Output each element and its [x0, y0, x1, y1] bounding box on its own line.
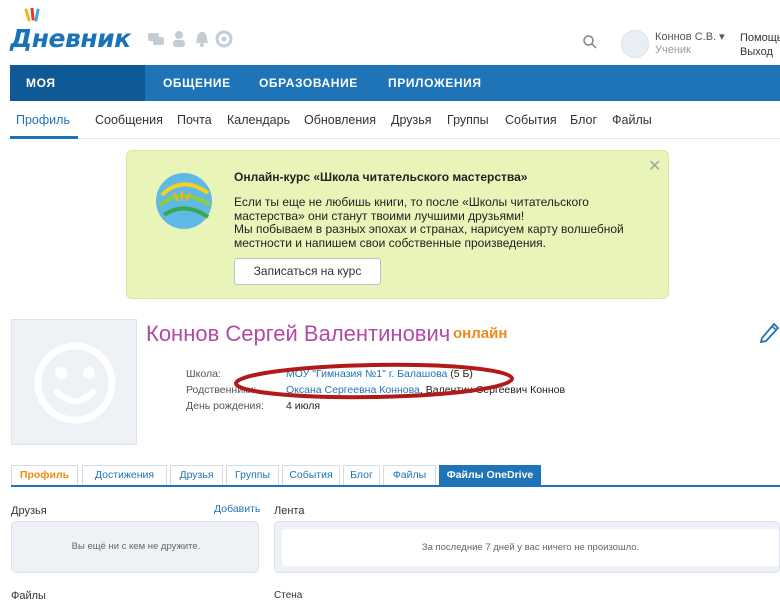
main-nav: МОЯ СТРАНИЦА ОБЩЕНИЕ ОБРАЗОВАНИЕ ПРИЛОЖЕ…: [10, 65, 780, 126]
help-link[interactable]: Помощь: [740, 32, 780, 44]
wall-section-title: Стена: [274, 590, 303, 601]
subnav-events[interactable]: События: [505, 113, 557, 127]
subnav-blog[interactable]: Блог: [570, 113, 597, 127]
banner-title: Онлайн-курс «Школа читательского мастерс…: [234, 170, 528, 184]
shield-icon[interactable]: [215, 30, 233, 48]
profile-tabs: Профиль Достижения Друзья Группы События…: [11, 465, 780, 487]
enroll-button[interactable]: Записаться на курс: [234, 258, 381, 285]
tab-groups[interactable]: Группы: [226, 465, 279, 485]
main-nav-my-page[interactable]: МОЯ СТРАНИЦА: [10, 65, 145, 126]
course-logo-icon: [156, 173, 212, 229]
subnav-friends[interactable]: Друзья: [391, 113, 432, 127]
tab-onedrive-files[interactable]: Файлы OneDrive: [439, 465, 541, 485]
feed-content: За последние 7 дней у вас ничего не прои…: [282, 529, 779, 566]
friends-empty-message: Вы ещё ни с кем не дружите.: [71, 541, 201, 552]
subnav-calendar[interactable]: Календарь: [227, 113, 290, 127]
banner-line: Если ты еще не любишь книги, то после «Ш…: [234, 195, 589, 209]
subnav-messages[interactable]: Сообщения: [95, 113, 163, 127]
tab-blog[interactable]: Блог: [343, 465, 380, 485]
school-label: Школа:: [186, 368, 221, 380]
profile-name: Коннов Сергей Валентинович: [146, 321, 451, 346]
banner-line: мастерства» они станут твоими лучшими др…: [234, 208, 525, 223]
feed-panel: За последние 7 дней у вас ничего не прои…: [274, 521, 780, 573]
add-friend-link[interactable]: Добавить: [214, 503, 260, 515]
user-menu[interactable]: Коннов С.В. ▾: [655, 30, 725, 43]
tab-profile[interactable]: Профиль: [11, 465, 78, 485]
tab-achievements[interactable]: Достижения: [82, 465, 167, 485]
files-section-title: Файлы: [11, 590, 46, 602]
highlight-ellipse: [234, 362, 514, 400]
active-tab-indicator: [10, 136, 78, 139]
logo-wordmark[interactable]: Дневник: [10, 24, 131, 53]
user-role: Ученик: [655, 44, 691, 56]
top-bar: Дневник Коннов С.В. ▾ Ученик Помощь Выхо…: [0, 0, 780, 65]
sub-nav: Профиль Сообщения Почта Календарь Обновл…: [10, 101, 780, 139]
subnav-groups[interactable]: Группы: [447, 113, 489, 127]
chat-icon[interactable]: [147, 30, 165, 48]
exit-link[interactable]: Выход: [740, 46, 773, 58]
course-banner: Онлайн-курс «Школа читательского мастерс…: [126, 150, 669, 299]
friends-panel: Вы ещё ни с кем не дружите.: [11, 521, 259, 573]
friends-section-title: Друзья: [11, 505, 47, 517]
subnav-updates[interactable]: Обновления: [304, 113, 376, 127]
subnav-profile[interactable]: Профиль: [16, 113, 70, 127]
feed-empty-message: За последние 7 дней у вас ничего не прои…: [421, 542, 640, 553]
feed-section-title: Лента: [274, 505, 305, 517]
close-icon[interactable]: ✕: [648, 156, 661, 176]
avatar[interactable]: [621, 30, 649, 58]
subnav-mail[interactable]: Почта: [177, 113, 212, 127]
main-nav-communication[interactable]: ОБЩЕНИЕ: [147, 65, 247, 101]
banner-line: Мы побываем в разных эпохах и странах, н…: [234, 222, 624, 236]
profile-photo[interactable]: [11, 319, 137, 445]
subnav-files[interactable]: Файлы: [612, 113, 652, 127]
online-status: онлайн: [453, 325, 508, 342]
person-icon[interactable]: [170, 30, 188, 48]
search-icon[interactable]: [582, 34, 598, 50]
tab-friends[interactable]: Друзья: [170, 465, 223, 485]
main-nav-apps[interactable]: ПРИЛОЖЕНИЯ: [372, 65, 498, 101]
smiley-placeholder-icon: [34, 342, 116, 424]
edit-pencil-icon[interactable]: [758, 320, 780, 344]
banner-text: Если ты еще не любишь книги, то после «Ш…: [234, 195, 634, 250]
main-nav-education[interactable]: ОБРАЗОВАНИЕ: [243, 65, 374, 101]
bell-icon[interactable]: [193, 30, 211, 48]
tab-events[interactable]: События: [282, 465, 340, 485]
banner-line: местности и напишем свои собственные про…: [234, 235, 547, 250]
tab-files[interactable]: Файлы: [383, 465, 436, 485]
